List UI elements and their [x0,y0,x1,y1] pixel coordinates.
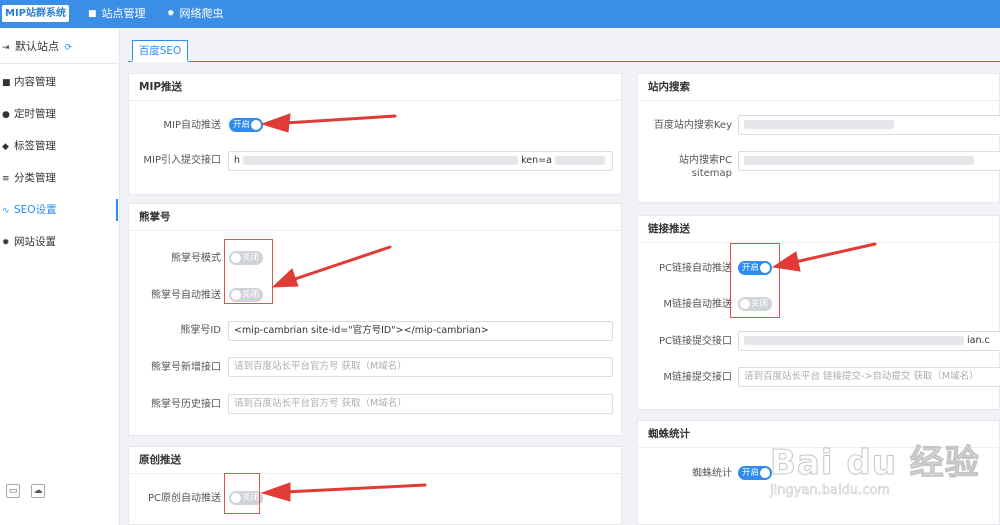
mip-api-value-mid: ken=a [521,155,552,166]
card-title: 站内搜索 [638,74,999,101]
sidebar-item-label: 分类管理 [14,172,56,184]
tab-baidu-seo[interactable]: 百度SEO [132,40,188,62]
site-search-card: 站内搜索 百度站内搜索Key 站内搜索PC sitemap [637,73,1000,203]
switch-state: 开启 [233,120,251,130]
xzh-mode-label: 熊掌号模式 [171,253,221,264]
xzh-id-input[interactable]: <mip-cambrian site-id="官方号ID"></mip-camb… [228,321,613,341]
link-push-card: 链接推送 PC链接自动推送 开启 M链接自动推送 关闭 PC链接提交接口 ian… [637,215,1000,410]
pc-link-api-label: PC链接提交接口 [658,336,732,347]
sidebar-item-label: 内容管理 [14,76,56,88]
sidebar-divider [0,63,118,64]
switch-knob [251,120,261,130]
card-title: 熊掌号 [129,204,621,231]
xiongzhang-card: 熊掌号 熊掌号模式 关闭 熊掌号自动推送 关闭 熊掌号ID <mip-cambr… [128,203,622,436]
sidebar-item-tags[interactable]: ◆ 标签管理 [0,135,118,157]
clock-icon: ● [2,110,10,120]
site-name: 默认站点 [15,40,60,53]
watermark-url: jingyan.baidu.com [770,483,890,499]
spider-stats-label: 蜘蛛统计 [692,468,732,479]
nav-site-management[interactable]: ■ 站点管理 [88,0,146,28]
spider-stats-switch[interactable]: 开启 [738,466,772,480]
annotation-box [224,473,260,514]
redacted-text [744,156,974,165]
pc-link-auto-push-label: PC链接自动推送 [658,263,732,274]
redacted-text [744,120,894,129]
gear-icon: ✹ [167,9,175,19]
list-icon: ≡ [2,174,10,184]
sidebar-item-label: 标签管理 [14,140,56,152]
mip-push-card: MIP推送 MIP自动推送 开启 MIP引入提交接口 h ken=a [128,73,622,195]
pulse-icon: ∿ [2,206,10,216]
mip-api-input[interactable]: h ken=a [228,151,613,171]
nav-site-management-label: 站点管理 [101,7,146,20]
card-title: MIP推送 [129,74,621,101]
search-sitemap-input[interactable] [738,151,1000,171]
baidu-jingyan-watermark: Bai du 经验 jingyan.baidu.com [770,425,995,525]
mip-api-label: MIP引入提交接口 [143,155,221,166]
switch-knob [760,468,770,478]
app-logo[interactable]: MIP站群系统 [2,5,70,22]
search-key-input[interactable] [738,115,1000,135]
login-arrow-icon: ⇥ [2,43,10,53]
sidebar-item-content[interactable]: ■ 内容管理 [0,71,118,93]
nav-web-crawler-label: 网络爬虫 [179,7,224,20]
sidebar-item-label: 定时管理 [14,108,56,120]
monitor-icon[interactable]: ▭ [6,484,20,498]
gear-icon: ✹ [2,238,10,248]
square-icon: ■ [2,78,11,88]
annotation-box [224,239,273,304]
xzh-history-api-label: 熊掌号历史接口 [151,399,221,410]
top-navbar: MIP站群系统 ■ 站点管理 ✹ 网络爬虫 [0,0,1000,28]
xzh-history-api-input[interactable]: 请到百度站长平台官方号 获取（M域名） [228,394,613,414]
m-link-api-input[interactable]: 请到百度站长平台 链接提交->自动提交 获取（M域名） [738,367,1000,387]
sidebar-item-site-settings[interactable]: ✹ 网站设置 [0,231,118,253]
sidebar-item-categories[interactable]: ≡ 分类管理 [0,167,118,189]
m-link-auto-push-label: M链接自动推送 [663,299,732,310]
pc-link-api-value-end: ian.c [967,335,990,346]
xzh-id-label: 熊掌号ID [180,325,221,336]
mip-auto-push-switch[interactable]: 开启 [229,118,263,132]
watermark-brand: Bai du 经验 [770,443,980,484]
xzh-auto-push-label: 熊掌号自动推送 [151,290,221,301]
pc-original-push-label: PC原创自动推送 [147,493,221,504]
redacted-text [744,336,964,345]
switch-state: 开启 [742,468,760,478]
tab-bar: 百度SEO [128,40,1000,62]
xzh-new-api-input[interactable]: 请到百度站长平台官方号 获取（M域名） [228,357,613,377]
search-sitemap-label: 站内搜索PC sitemap [638,154,732,180]
sidebar-item-seo[interactable]: ∿ SEO设置 [0,199,118,221]
sidebar: ⇥ 默认站点 ⟳ ■ 内容管理 ● 定时管理 ◆ 标签管理 ≡ 分类管理 ∿ SEO设置 … [0,28,120,525]
sidebar-item-label: 网站设置 [14,236,56,248]
card-title: 链接推送 [638,216,999,243]
xzh-new-api-label: 熊掌号新增接口 [151,362,221,373]
original-push-card: 原创推送 PC原创自动推送 关闭 [128,446,622,525]
cloud-icon[interactable]: ☁ [31,484,45,498]
m-link-api-label: M链接提交接口 [663,372,732,383]
redacted-text [554,156,605,165]
search-key-label: 百度站内搜索Key [653,120,732,131]
site-selector[interactable]: ⇥ 默认站点 ⟳ [0,37,118,57]
mip-api-value-start: h [234,155,241,166]
card-title: 原创推送 [129,447,621,474]
sidebar-item-label: SEO设置 [14,204,57,216]
nav-web-crawler[interactable]: ✹ 网络爬虫 [167,0,224,28]
redacted-text [243,156,519,165]
search-sitemap-label-line2: sitemap [691,168,732,179]
square-icon: ■ [88,9,97,19]
switch-icon[interactable]: ⟳ [65,43,73,53]
mip-auto-push-label: MIP自动推送 [163,120,221,131]
pc-link-api-input[interactable]: ian.c [738,331,1000,351]
search-sitemap-label-line1: 站内搜索PC [678,155,732,166]
sidebar-item-schedule[interactable]: ● 定时管理 [0,103,118,125]
tag-icon: ◆ [2,142,9,152]
annotation-box [730,243,780,318]
